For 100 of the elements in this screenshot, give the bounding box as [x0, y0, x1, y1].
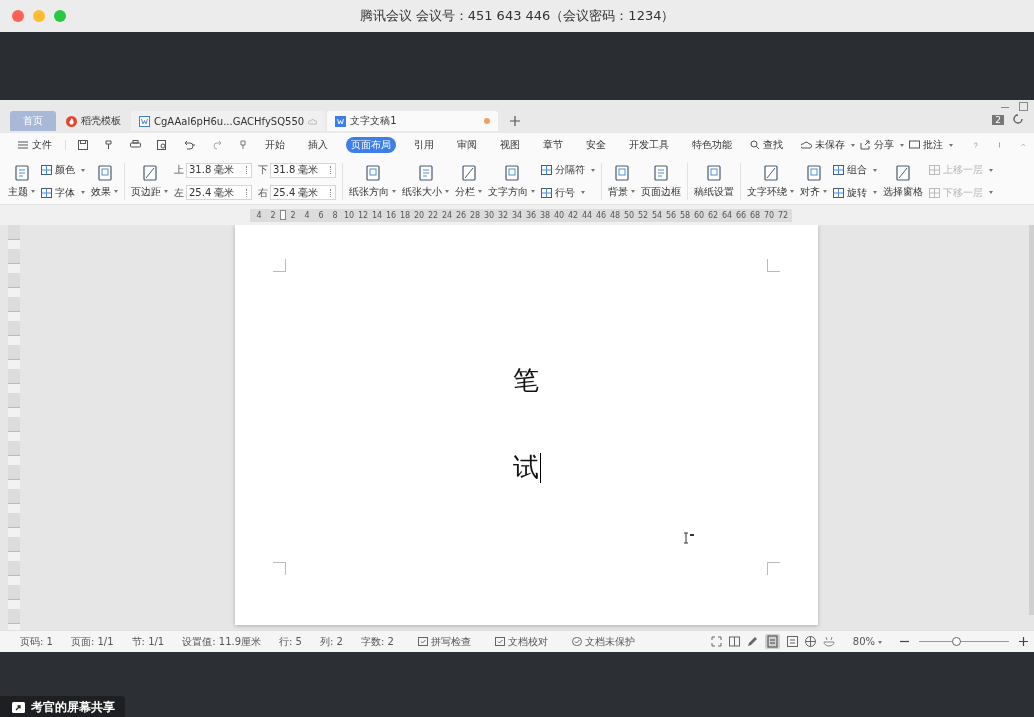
- grid-icon: [833, 187, 844, 198]
- tab-label: 稻壳模板: [81, 114, 121, 128]
- undo-icon[interactable]: [183, 140, 197, 150]
- spinner-icon: [330, 188, 333, 197]
- search-button[interactable]: 查找: [750, 138, 783, 152]
- margin-field[interactable]: 25.4 毫米: [186, 185, 252, 201]
- caret-icon: [900, 143, 904, 147]
- ribbon-tab[interactable]: 视图: [495, 137, 525, 153]
- ribbon-button[interactable]: 字体: [41, 185, 85, 200]
- scrollbar[interactable]: [1029, 225, 1034, 615]
- book-icon[interactable]: [728, 636, 740, 647]
- ribbon-tab[interactable]: 安全: [581, 137, 611, 153]
- cloud-icon: [308, 117, 318, 125]
- ruler-number: 10: [342, 210, 356, 220]
- ruler-number: 4: [303, 210, 311, 220]
- ribbon-button[interactable]: 对齐: [800, 159, 827, 204]
- margin-label: 下: [258, 163, 268, 178]
- print-icon[interactable]: [130, 140, 141, 150]
- outline-icon[interactable]: [786, 636, 798, 647]
- page-icon: [806, 164, 821, 181]
- margin-field[interactable]: 25.4 毫米: [270, 185, 336, 201]
- ribbon-tab[interactable]: 审阅: [452, 137, 482, 153]
- grid-icon: [541, 165, 552, 176]
- ruler-number: 24: [440, 210, 454, 220]
- ribbon-button[interactable]: 纸张大小: [402, 159, 449, 204]
- zoom-slider-thumb[interactable]: [951, 637, 961, 646]
- ribbon-button[interactable]: 页面边框: [641, 159, 681, 204]
- ribbon-button[interactable]: 分隔符: [541, 163, 595, 178]
- indent-marker-icon[interactable]: [280, 210, 286, 220]
- ruler-number: 34: [510, 210, 524, 220]
- ribbon-tab[interactable]: 特色功能: [687, 137, 737, 153]
- pin-icon[interactable]: [239, 140, 247, 150]
- caret-icon: [31, 190, 35, 193]
- status-text: 节: 1/1: [131, 634, 165, 649]
- refresh-icon[interactable]: [1012, 113, 1024, 125]
- margin-field[interactable]: 31.8 毫米: [270, 162, 336, 178]
- window-count-badge[interactable]: 2: [992, 115, 1004, 125]
- page-icon: [14, 164, 29, 181]
- globe-icon[interactable]: [804, 636, 816, 647]
- ribbon-button[interactable]: 文字环绕: [747, 159, 794, 204]
- ribbon-button[interactable]: 效果: [91, 159, 118, 204]
- ribbon-tab[interactable]: 开发工具: [624, 137, 674, 153]
- share-icon: [860, 140, 871, 150]
- ribbon-tab[interactable]: 开始: [260, 137, 290, 153]
- ruler-number: 46: [594, 210, 608, 220]
- ribbon-button[interactable]: 行号: [541, 185, 595, 200]
- ribbon-button[interactable]: 页边距: [131, 159, 168, 204]
- ribbon-button[interactable]: 主题: [8, 159, 35, 204]
- status-button[interactable]: 文档未保护: [571, 634, 635, 649]
- ribbon-tab[interactable]: 引用: [409, 137, 439, 153]
- fullscreen-icon[interactable]: [710, 636, 722, 647]
- ruler-number: 42: [566, 210, 580, 220]
- document-text: 笔: [512, 364, 540, 397]
- file-menu-button[interactable]: 文件: [18, 138, 52, 152]
- ribbon-button[interactable]: 旋转: [833, 185, 877, 200]
- ribbon-button[interactable]: 文字方向: [488, 159, 535, 204]
- page-icon: [365, 164, 380, 181]
- status-button[interactable]: 文档校对: [494, 634, 548, 649]
- ruler-number: 60: [692, 210, 706, 220]
- close-button[interactable]: [12, 10, 24, 22]
- ruler-number: 72: [776, 210, 790, 220]
- ribbon-tab[interactable]: 页面布局: [346, 137, 396, 153]
- ribbon-button[interactable]: 分栏: [455, 159, 482, 204]
- caret-icon: [949, 143, 953, 147]
- toolbar-action-button[interactable]: 分享: [860, 138, 904, 152]
- status-button[interactable]: 拼写检查: [417, 634, 471, 649]
- pen-icon[interactable]: [746, 636, 758, 647]
- ribbon-tab[interactable]: 章节: [538, 137, 568, 153]
- ribbon-button[interactable]: 选择窗格: [883, 159, 923, 204]
- ribbon-button[interactable]: 纸张方向: [349, 159, 396, 204]
- grid-icon: [929, 165, 940, 176]
- zoom-button[interactable]: [54, 10, 66, 22]
- page-view-icon[interactable]: [764, 634, 780, 649]
- page-icon: [418, 164, 433, 181]
- save-icon[interactable]: [78, 140, 88, 150]
- margin-field[interactable]: 31.8 毫米: [186, 162, 252, 178]
- ribbon-tab[interactable]: 插入: [303, 137, 333, 153]
- document-tab[interactable]: CgAAal6pH6u...GACHfySQ550: [131, 111, 326, 131]
- caret-icon: [81, 168, 85, 172]
- status-text: 列: 2: [320, 634, 343, 649]
- ibeam-cursor-icon: [683, 532, 695, 544]
- ribbon-button[interactable]: 组合: [833, 163, 877, 178]
- caret-icon: [823, 190, 827, 193]
- maximize-icon[interactable]: [1019, 102, 1028, 111]
- flame-icon: [66, 115, 77, 127]
- ribbon-button[interactable]: 背景: [608, 159, 635, 204]
- help-icon[interactable]: [974, 139, 978, 151]
- toolbar-action-button[interactable]: 批注: [909, 138, 953, 152]
- caret-icon: [631, 190, 635, 193]
- redo-icon[interactable]: [213, 140, 223, 150]
- zoom-percent[interactable]: 80%: [852, 636, 882, 647]
- ribbon-button[interactable]: 稿纸设置: [694, 159, 734, 204]
- new-tab-icon[interactable]: [510, 116, 521, 126]
- ruler-number: 62: [706, 210, 720, 220]
- ribbon-button[interactable]: 颜色: [41, 163, 85, 178]
- ruler-number: 4: [255, 210, 263, 220]
- zoom-in-icon[interactable]: [1019, 637, 1028, 646]
- document-tab[interactable]: 文字文稿1: [327, 111, 499, 131]
- toolbar-action-button[interactable]: 未保存: [801, 138, 855, 152]
- print-preview-icon[interactable]: [157, 140, 167, 150]
